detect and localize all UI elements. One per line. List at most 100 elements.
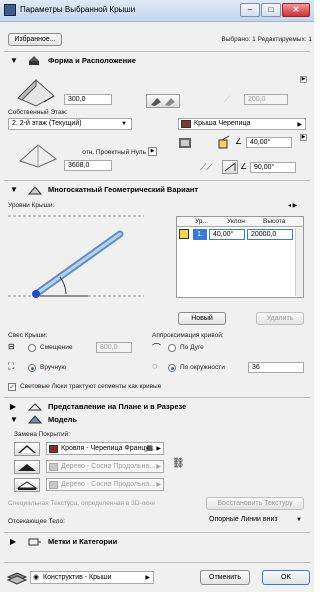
table-row[interactable]: 1. 40,00° 20000,0 — [177, 228, 295, 241]
overhang-label: Свес Крыши: — [8, 332, 48, 339]
separator — [4, 397, 310, 398]
by-circle-option-label: По окружности — [180, 364, 225, 371]
section-multi-header[interactable]: ▼ Многоскатный Геометрический Вариант — [4, 182, 310, 198]
reference-arrow-button[interactable]: ▶ — [148, 147, 157, 156]
window-title: Параметры Выбранной Крыши — [20, 5, 136, 14]
new-level-button[interactable]: Новый — [178, 312, 226, 325]
offset-radio[interactable] — [28, 344, 36, 352]
section-tags-header[interactable]: ▶ Метки и Категории — [4, 534, 310, 550]
angle-field[interactable]: 200,0 — [244, 94, 288, 105]
submenu-arrow-icon: ▶ — [156, 464, 161, 470]
levels-table[interactable]: Ур... Уклон Высота 1. 40,00° 20000,0 — [176, 216, 304, 298]
table-header-level: Ур... — [195, 218, 208, 225]
dropdown-arrow-icon: ▼ — [121, 121, 127, 127]
material-dropdown[interactable]: Крыша Черепица ▶ — [178, 118, 306, 130]
by-arc-option-label: По Дуге — [180, 344, 204, 351]
surface-name-3: Дерево - Сосна Продольна... — [61, 481, 156, 488]
section-multi-title: Многоскатный Геометрический Вариант — [48, 185, 199, 194]
angle1-input[interactable]: 40,00° — [246, 137, 292, 148]
by-arc-radio[interactable] — [168, 344, 176, 352]
ok-button[interactable]: OK — [262, 570, 310, 585]
maximize-button[interactable]: □ — [261, 3, 281, 17]
manual-radio[interactable] — [28, 364, 36, 372]
restore-texture-button[interactable]: Восстановить Текстуру — [206, 497, 304, 510]
offset-option-label: Смещение — [40, 344, 73, 351]
selection-info: Выбрано: 1 Редактируемых: 1 — [221, 36, 312, 43]
surface-bottom-icon[interactable] — [14, 478, 40, 492]
section-model-header[interactable]: ▼ Модель — [4, 412, 310, 428]
angle2-icon: ∠ — [240, 162, 248, 171]
angle-disabled-icon: ⟋ — [224, 94, 231, 104]
surface-side-icon[interactable] — [14, 460, 40, 474]
window-titlebar: Параметры Выбранной Крыши – □ ✕ — [0, 0, 314, 22]
override-surfaces-label: Замена Покрытий: — [14, 431, 71, 438]
section-shape-header[interactable]: ▼ Форма и Расположение — [4, 53, 310, 69]
separator — [4, 562, 310, 563]
thickness-input[interactable]: 300,0 — [64, 94, 112, 105]
submenu-arrow-icon: ▶ — [297, 122, 302, 128]
by-circle-radio[interactable] — [168, 364, 176, 372]
surface-dropdown-3[interactable]: Дерево - Сосна Продольна... ▶ — [46, 478, 164, 491]
model-roof-icon — [28, 415, 42, 424]
roof-levels-label: Уровни Крыши: — [8, 202, 55, 209]
skylight-check-label: Световые Люки трактуют сегменты как крив… — [20, 383, 162, 390]
trim-body-dropdown[interactable]: Опорные Линии вниз ▼ — [206, 515, 306, 527]
roof-slope-diagram — [8, 215, 144, 298]
table-header-height: Высота — [263, 218, 286, 225]
pivot-icon[interactable] — [218, 135, 232, 149]
collapse-triangle-icon: ▼ — [10, 415, 18, 424]
edge-vertical-icon[interactable] — [222, 160, 238, 174]
floor-value: 2. 2-й этаж (Текущий) — [12, 120, 82, 127]
cancel-button[interactable]: Отменить — [200, 570, 250, 585]
chain-link-icon[interactable]: ⛓ — [172, 458, 185, 469]
expand-right-icon[interactable]: ▶ — [300, 134, 307, 141]
edge-slant-icon[interactable]: ⟋⟋ — [200, 162, 213, 173]
expand-right-icon[interactable]: ▶ — [300, 76, 307, 83]
section-model-title: Модель — [48, 415, 78, 424]
collapse-triangle-icon: ▼ — [10, 56, 18, 65]
manual-option-label: Вручную — [40, 364, 67, 371]
expand-triangle-icon: ▶ — [10, 537, 17, 546]
surface-top-icon[interactable] — [14, 442, 40, 456]
circle-icon: ◌ — [152, 361, 158, 371]
surface-swatch-2 — [49, 463, 58, 471]
material-value: Крыша Черепица — [194, 120, 251, 127]
segments-input[interactable]: 36 — [248, 362, 304, 373]
angle1-icon: ∠ — [235, 137, 243, 146]
layer-dropdown[interactable]: ◉ Конструктив - Крыши ▶ — [30, 571, 154, 584]
expand-right-icon[interactable]: ◂ ▶ — [288, 202, 297, 209]
plan-section-icon — [28, 403, 42, 411]
favorites-button[interactable]: Избранное... — [8, 33, 62, 46]
curve-approx-label: Аппроксимация кривой: — [152, 332, 224, 339]
delete-level-button[interactable]: Удалить — [256, 312, 304, 325]
level-pin-icon — [179, 229, 189, 239]
layer-value: Конструктив - Крыши — [43, 574, 112, 581]
surface-dropdown-2[interactable]: Дерево - Сосна Продольна... ▶ — [46, 460, 164, 473]
trim-body-value: Опорные Линии вниз — [209, 516, 278, 523]
close-button[interactable]: ✕ — [282, 3, 310, 17]
elevation-preview-icon — [19, 144, 57, 168]
minimize-button[interactable]: – — [240, 3, 260, 17]
levels-table-header: Ур... Уклон Высота — [177, 217, 303, 227]
floor-plan-icon[interactable] — [178, 135, 192, 149]
surface-dropdown-1[interactable]: Кровля - Черепица Францу... ▦ ▶ — [46, 442, 164, 455]
table-header-slope: Уклон — [227, 218, 245, 225]
offset-input[interactable]: 800,0 — [96, 342, 132, 353]
pitch-mode-icon[interactable] — [146, 94, 180, 108]
layer-icon — [6, 571, 28, 585]
elevation-input[interactable]: 3608,0 — [64, 160, 112, 171]
slope-cell[interactable]: 40,00° — [209, 229, 245, 240]
trim-body-label: Отсекающее Тело: — [8, 518, 65, 525]
angle2-input[interactable]: 90,00° — [250, 162, 296, 173]
skylight-checkbox[interactable]: ✓ — [8, 383, 16, 391]
separator — [4, 180, 310, 181]
separator — [4, 51, 310, 52]
table-scrollbar[interactable] — [295, 228, 303, 296]
separator — [4, 532, 310, 533]
texture-grid-icon: ▦ — [146, 445, 153, 452]
layer-visible-icon: ◉ — [33, 574, 40, 581]
own-floor-label: Собственный Этаж: — [8, 109, 68, 116]
section-shape-title: Форма и Расположение — [48, 56, 136, 65]
floor-dropdown[interactable]: 2. 2-й этаж (Текущий) ▼ — [8, 118, 132, 130]
height-cell[interactable]: 20000,0 — [247, 229, 293, 240]
